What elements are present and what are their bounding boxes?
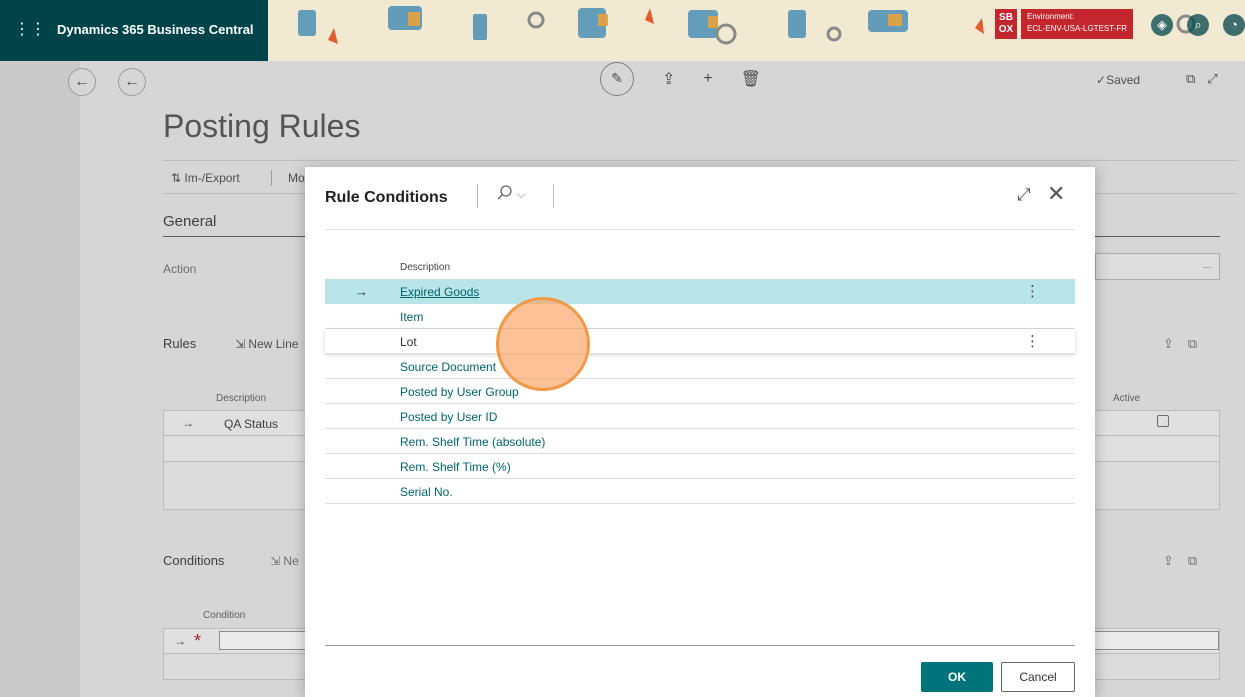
- more-vertical-icon[interactable]: ⋮: [1025, 332, 1040, 350]
- search-icon: [497, 185, 512, 200]
- list-item[interactable]: Posted by User Group: [325, 379, 1075, 404]
- header-actions: ◈ ⌕ ◔: [1151, 14, 1245, 36]
- dialog-search-button[interactable]: ⌵: [497, 185, 525, 205]
- more-vertical-icon[interactable]: ⋮: [1025, 282, 1040, 300]
- list-item-label[interactable]: Expired Goods: [400, 285, 479, 299]
- dialog-header: Rule Conditions ⌵ ⤢ ✕: [305, 167, 1095, 229]
- list-item[interactable]: Source Document: [325, 354, 1075, 379]
- dialog-title: Rule Conditions: [325, 189, 448, 206]
- list-item[interactable]: Rem. Shelf Time (absolute): [325, 429, 1075, 454]
- click-indicator: [496, 297, 590, 391]
- list-item[interactable]: → Expired Goods ⋮: [325, 279, 1075, 304]
- list-item[interactable]: Serial No.: [325, 479, 1075, 504]
- app-header: ⋮⋮ Dynamics 365 Business Central SB OX E…: [0, 0, 1245, 61]
- rule-conditions-dialog: Rule Conditions ⌵ ⤢ ✕ Description → Expi…: [305, 167, 1095, 697]
- list-item-label[interactable]: Serial No.: [400, 485, 453, 499]
- dialog-footer: OK Cancel: [325, 645, 1075, 697]
- ok-button[interactable]: OK: [921, 662, 993, 692]
- cancel-button[interactable]: Cancel: [1001, 662, 1075, 692]
- search-icon[interactable]: ⌕: [1187, 14, 1209, 36]
- copilot-icon[interactable]: ◈: [1151, 14, 1173, 36]
- list-item[interactable]: Rem. Shelf Time (%): [325, 454, 1075, 479]
- column-header-description[interactable]: Description: [400, 262, 450, 273]
- environment-badge-line2: OX: [998, 24, 1014, 35]
- list-item-label[interactable]: Source Document: [400, 360, 496, 374]
- dialog-list: Description → Expired Goods ⋮ Item Lot ⋮…: [325, 229, 1075, 645]
- expand-icon[interactable]: ⤢: [1017, 185, 1031, 205]
- environment-label: Environment:: [1027, 12, 1075, 21]
- environment-badge[interactable]: SB OX Environment: ECL-ENV-USA-LGTEST-FR: [995, 8, 1134, 40]
- list-item-label[interactable]: Item: [400, 310, 423, 324]
- notification-icon[interactable]: ◔: [1223, 14, 1245, 36]
- app-title[interactable]: Dynamics 365 Business Central: [57, 22, 254, 37]
- environment-info: Environment: ECL-ENV-USA-LGTEST-FR: [1021, 9, 1134, 39]
- list-item-label[interactable]: Posted by User Group: [400, 385, 519, 399]
- list-item[interactable]: Item: [325, 304, 1075, 329]
- environment-badge-box: SB OX: [995, 9, 1017, 39]
- header-separator: [477, 184, 478, 208]
- waffle-icon[interactable]: ⋮⋮: [14, 20, 46, 40]
- list-item-label[interactable]: Rem. Shelf Time (absolute): [400, 435, 545, 449]
- header-separator: [553, 184, 554, 208]
- conditions-list: → Expired Goods ⋮ Item Lot ⋮ Source Docu…: [325, 279, 1075, 504]
- list-item[interactable]: Lot ⋮: [325, 329, 1075, 354]
- list-item-label[interactable]: Rem. Shelf Time (%): [400, 460, 511, 474]
- environment-name: ECL-ENV-USA-LGTEST-FR: [1027, 24, 1128, 33]
- chevron-down-icon: ⌵: [516, 189, 526, 201]
- close-icon[interactable]: ✕: [1047, 181, 1065, 207]
- list-item[interactable]: Posted by User ID: [325, 404, 1075, 429]
- list-item-label[interactable]: Posted by User ID: [400, 410, 497, 424]
- environment-badge-line1: SB: [999, 12, 1013, 23]
- row-arrow-icon: →: [355, 284, 368, 299]
- list-item-label[interactable]: Lot: [400, 335, 417, 349]
